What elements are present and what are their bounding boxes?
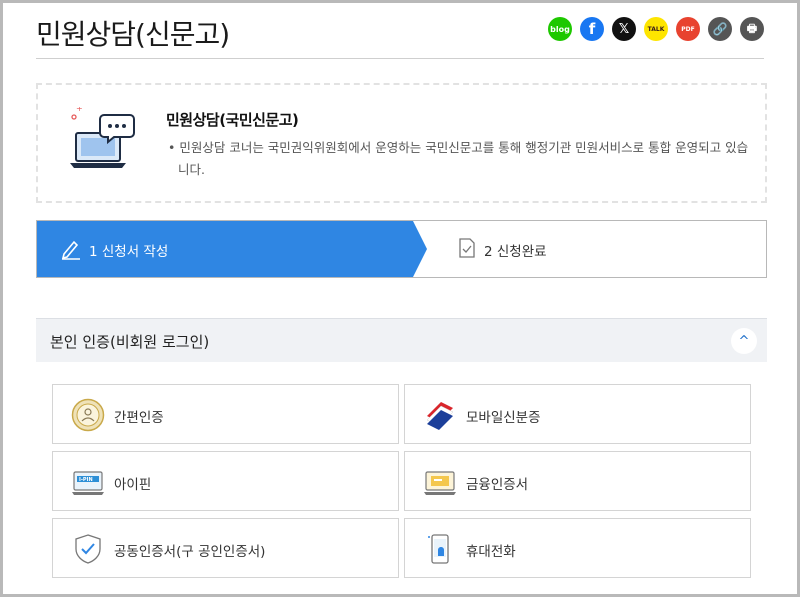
auth-section-header[interactable]: 본인 인증(비회원 로그인) ^	[36, 318, 767, 362]
title-divider	[36, 58, 764, 59]
financial-certificate-icon	[424, 471, 456, 495]
step-2-label: 2 신청완료	[484, 244, 547, 260]
print-button[interactable]: 🖶	[740, 17, 764, 41]
share-toolbar: blog f 𝕏 TALK PDF 🔗 🖶	[548, 17, 764, 41]
intro-description: • 민원상담 코너는 국민권익위원회에서 운영하는 국민신문고를 통해 행정기관…	[168, 140, 749, 177]
mobile-id-card-icon	[426, 402, 454, 430]
intro-title: 민원상담(국민신문고)	[166, 111, 299, 129]
kakaotalk-share-button[interactable]: TALK	[644, 17, 668, 41]
auth-method-mobile-phone[interactable]: 휴대전화	[404, 518, 751, 578]
copy-link-button[interactable]: 🔗	[708, 17, 732, 41]
auth-method-mobile-id[interactable]: 모바일신분증	[404, 384, 751, 444]
simple-auth-icon	[71, 398, 105, 432]
progress-steps: 1 신청서 작성 2 신청완료	[36, 220, 767, 278]
svg-text:+: +	[76, 107, 83, 113]
step-arrow	[413, 221, 427, 277]
auth-method-ipin[interactable]: I-PIN 아이핀	[52, 451, 399, 511]
auth-method-financial-cert[interactable]: 금융인증서	[404, 451, 751, 511]
auth-method-label: 휴대전화	[466, 544, 516, 560]
joint-certificate-shield-icon	[75, 534, 101, 564]
intro-box: + 민원상담(국민신문고) • 민원상담 코너는 국민권익위원회에서 운영하는 …	[36, 83, 767, 203]
step-1-label: 1 신청서 작성	[89, 244, 169, 260]
auth-section-title: 본인 인증(비회원 로그인)	[50, 333, 210, 351]
laptop-chat-icon: +	[70, 107, 135, 168]
x-share-button[interactable]: 𝕏	[612, 17, 636, 41]
auth-method-simple[interactable]: 간편인증	[52, 384, 399, 444]
page-title: 민원상담(신문고)	[36, 18, 230, 51]
auth-method-label: 간편인증	[114, 410, 164, 426]
facebook-share-button[interactable]: f	[580, 17, 604, 41]
auth-method-label: 금융인증서	[466, 477, 529, 493]
auth-method-label: 공동인증서(구 공인인증서)	[114, 544, 266, 560]
step-2-complete[interactable]: 2 신청완료	[429, 221, 766, 277]
auth-method-joint-cert[interactable]: 공동인증서(구 공인인증서)	[52, 518, 399, 578]
pdf-button[interactable]: PDF	[676, 17, 700, 41]
mobile-phone-icon	[428, 534, 449, 564]
pencil-icon	[61, 240, 80, 260]
step-1-write-application[interactable]: 1 신청서 작성	[37, 221, 413, 277]
blog-share-button[interactable]: blog	[548, 17, 572, 41]
auth-method-label: 모바일신분증	[466, 410, 541, 426]
page-frame: 민원상담(신문고) blog f 𝕏 TALK PDF 🔗 🖶 + 민원상담(국…	[0, 0, 800, 597]
collapse-chevron-up-icon[interactable]: ^	[731, 328, 757, 354]
auth-method-label: 아이핀	[114, 477, 152, 493]
document-check-icon	[459, 238, 475, 258]
ipin-icon: I-PIN	[72, 471, 104, 495]
svg-text:I-PIN: I-PIN	[79, 477, 93, 483]
